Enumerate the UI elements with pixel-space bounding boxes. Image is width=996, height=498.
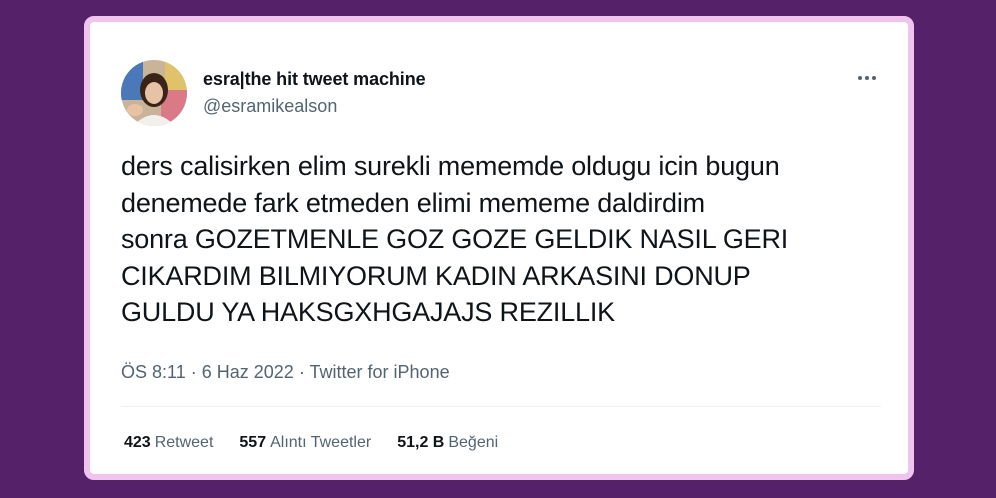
retweet-count: 423	[124, 434, 151, 451]
quote-stat[interactable]: 557 Alıntı Tweetler	[239, 434, 371, 452]
retweet-stat[interactable]: 423 Retweet	[124, 434, 213, 452]
like-stat[interactable]: 51,2 B Beğeni	[397, 434, 498, 452]
meta-separator: ·	[298, 362, 305, 382]
user-handle[interactable]: @esramikealson	[203, 96, 337, 117]
retweet-label: Retweet	[154, 434, 214, 451]
quote-label: Alıntı Tweetler	[270, 434, 372, 451]
tweet-stats: 423 Retweet 557 Alıntı Tweetler 51,2 B Beğe…	[124, 434, 498, 452]
tweet-date[interactable]: 6 Haz 2022	[202, 362, 294, 382]
tweet-card: esra|the hit tweet machine @esramikealso…	[84, 16, 914, 480]
like-label: Beğeni	[448, 434, 499, 451]
quote-count: 557	[239, 434, 267, 451]
tweet-time[interactable]: ÖS 8:11	[121, 362, 186, 382]
avatar[interactable]	[121, 60, 187, 126]
ellipsis-icon[interactable]	[852, 66, 882, 90]
like-count: 51,2 B	[397, 434, 445, 451]
tweet-text: ders calisirken elim surekli mememde old…	[121, 151, 789, 328]
tweet-meta: ÖS 8:11 · 6 Haz 2022 · Twitter for iPhon…	[121, 362, 450, 383]
ellipsis-dot	[865, 76, 869, 80]
tweet-source[interactable]: Twitter for iPhone	[310, 362, 450, 382]
ellipsis-dot	[872, 76, 876, 80]
display-name[interactable]: esra|the hit tweet machine	[203, 69, 426, 90]
ellipsis-dot	[858, 76, 862, 80]
avatar-photo	[121, 60, 187, 126]
meta-separator: ·	[190, 362, 197, 382]
divider	[121, 406, 881, 407]
